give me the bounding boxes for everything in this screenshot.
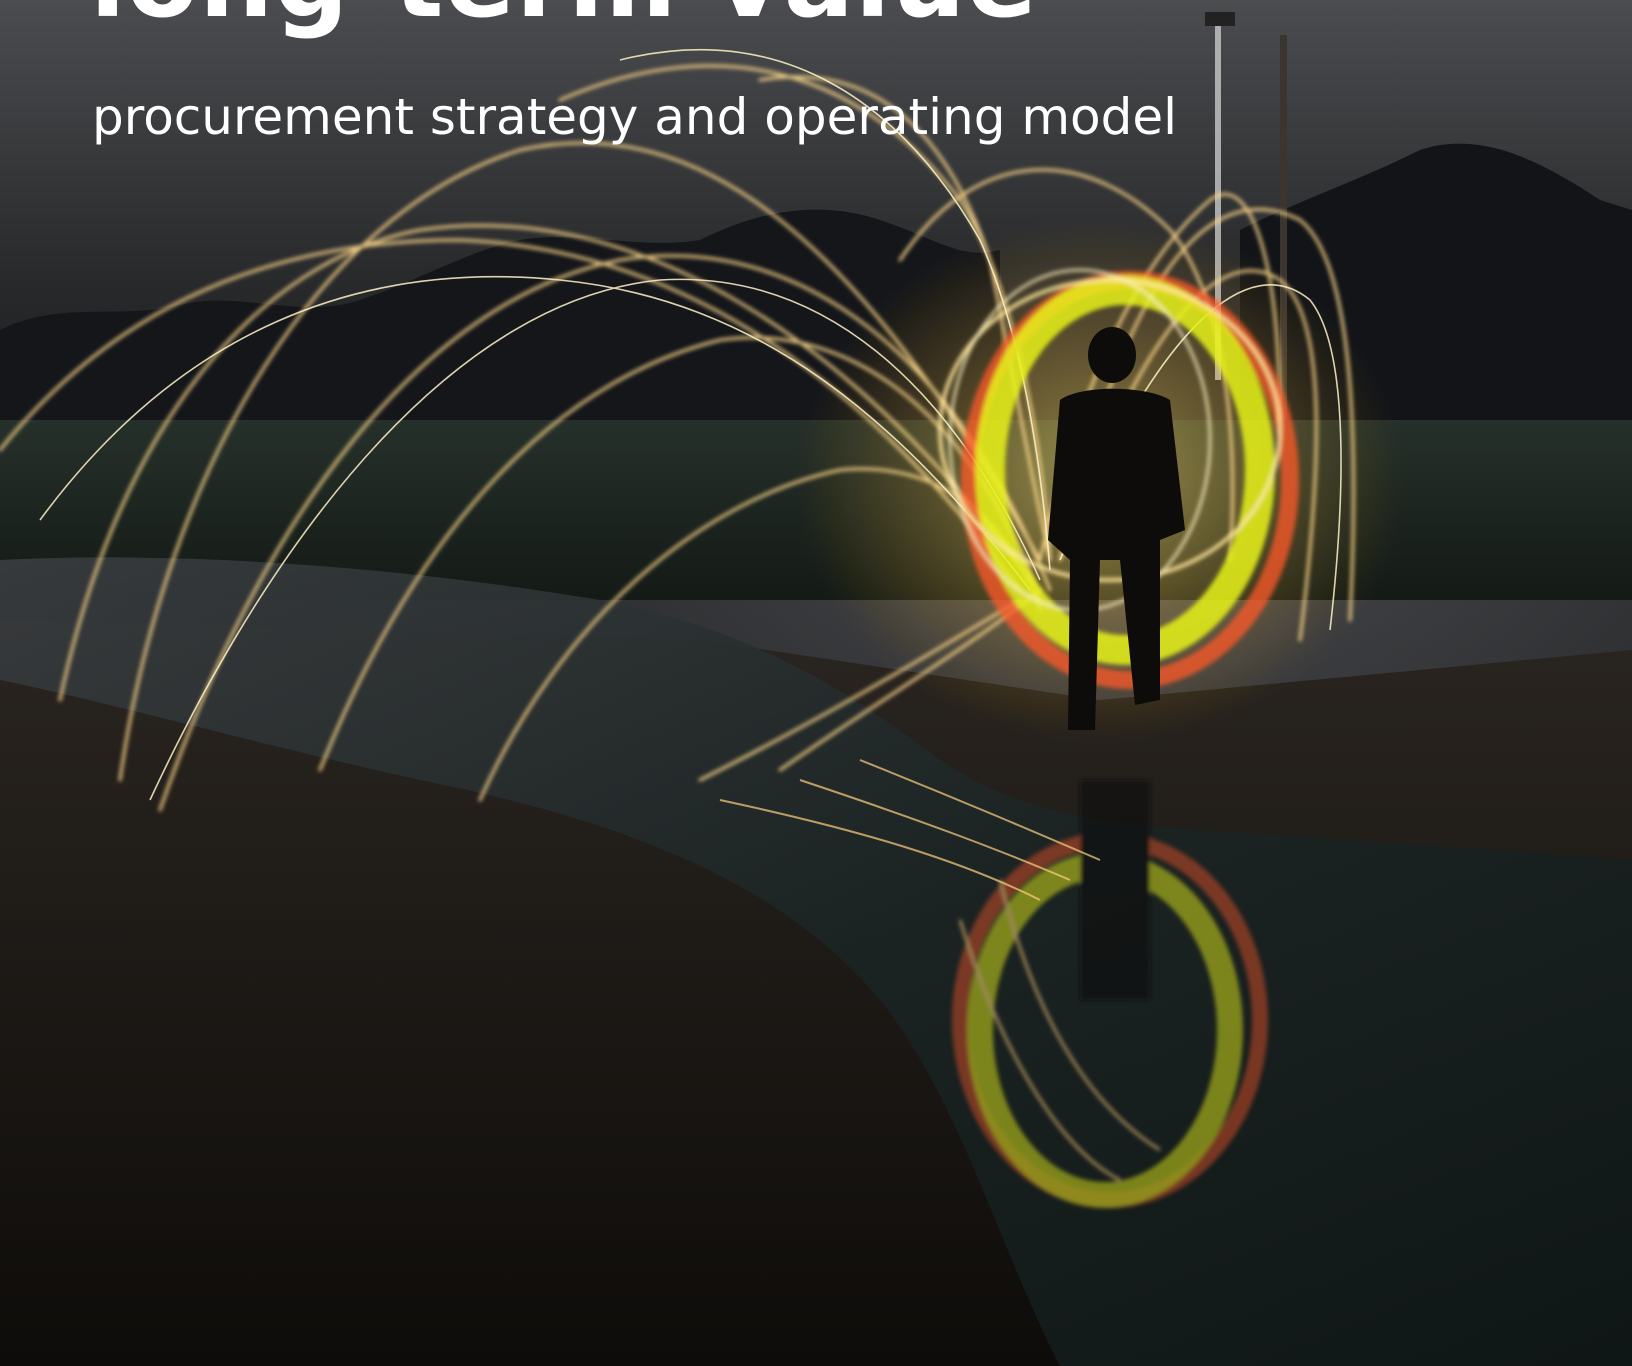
cover-headline: long-term value <box>90 0 1038 32</box>
cover-page: long-term value procurement strategy and… <box>0 0 1632 1366</box>
light-painting-photo <box>0 0 1632 1366</box>
cover-subtitle: procurement strategy and operating model <box>92 88 1178 146</box>
